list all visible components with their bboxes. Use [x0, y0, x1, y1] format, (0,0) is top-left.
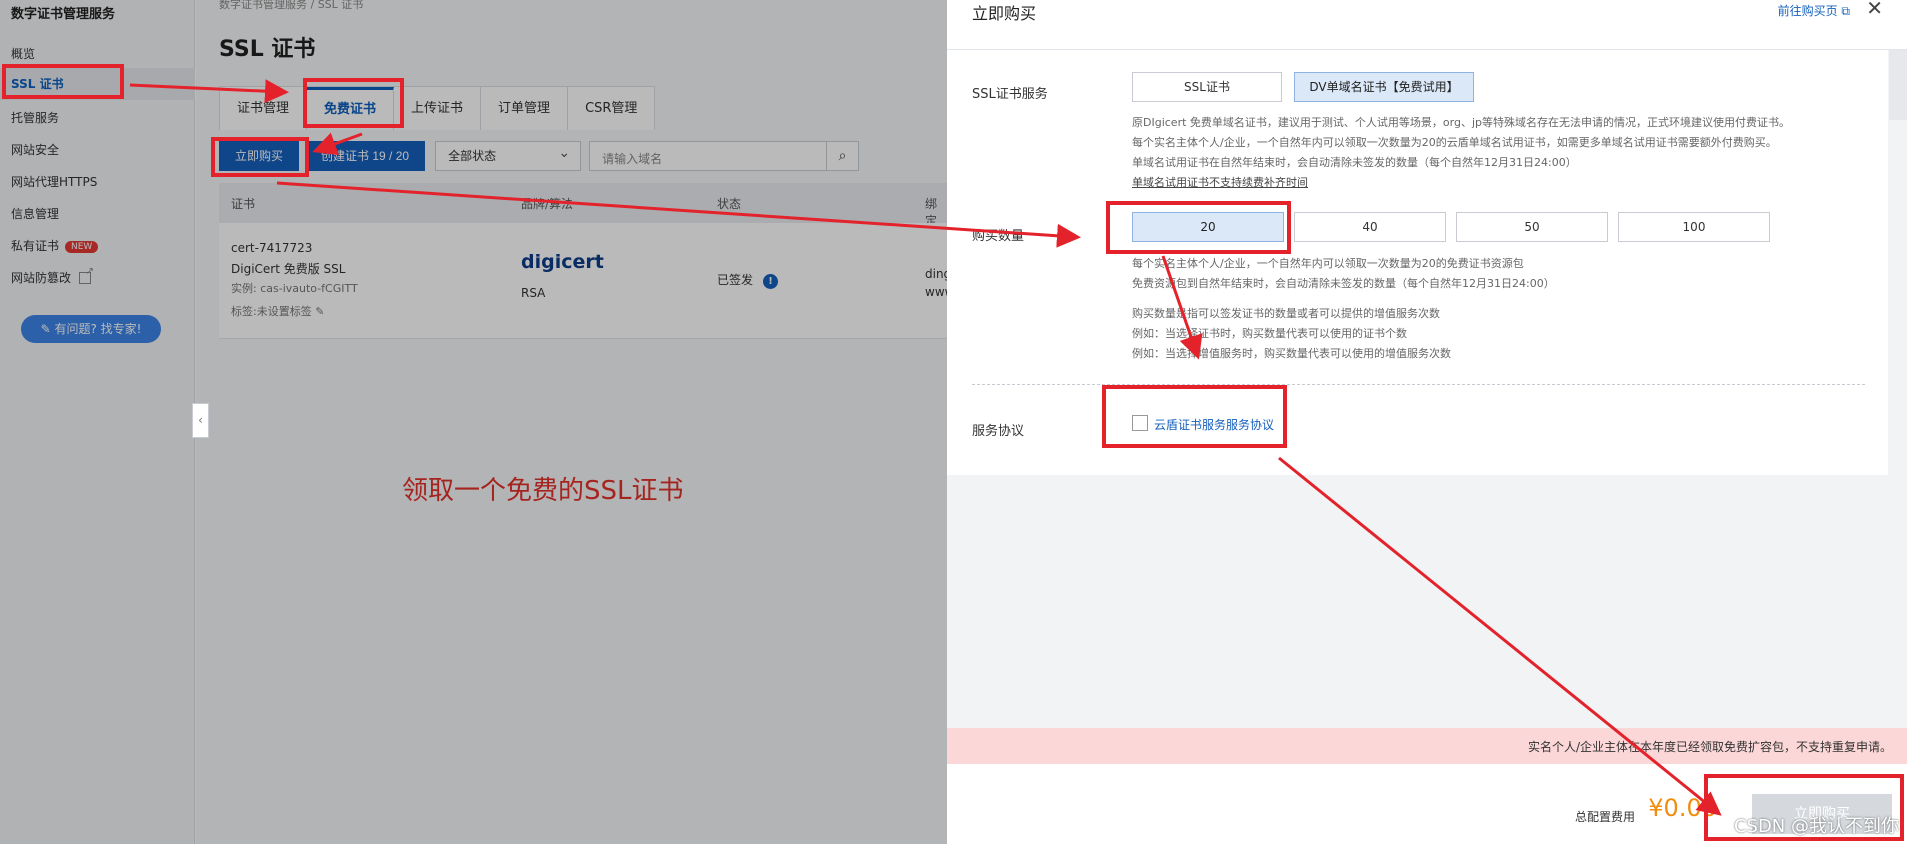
service-notes: 原DIgicert 免费单域名证书，建议用于测试、个人试用等场景，org、jp等… — [1132, 113, 1872, 193]
quantity-option-50[interactable]: 50 — [1456, 212, 1608, 242]
total-fee-value: ¥0.00 — [1648, 794, 1717, 822]
service-note-1: 原DIgicert 免费单域名证书，建议用于测试、个人试用等场景，org、jp等… — [1132, 116, 1790, 129]
service-option-dv-free[interactable]: DV单域名证书【免费试用】 — [1294, 72, 1474, 102]
modal-overlay[interactable] — [0, 0, 947, 844]
external-link-icon: ⧉ — [1841, 4, 1850, 18]
service-note-4-text: 单域名试用证书不支持续费补齐时间 — [1132, 176, 1308, 189]
total-fee-label: 总配置费用 — [1574, 810, 1635, 824]
divider — [972, 384, 1865, 385]
quantity-note-5: 例如：当选择增值服务时，购买数量代表可以使用的增值服务次数 — [1132, 347, 1451, 360]
scrollbar-thumb[interactable] — [1889, 50, 1907, 120]
quantity-label: 购买数量 — [972, 229, 1025, 244]
quantity-option-20[interactable]: 20 — [1132, 212, 1284, 242]
service-label: SSL证书服务 — [972, 87, 1048, 102]
drawer-header: 立即购买 前往购买页 ⧉ ✕ — [947, 0, 1907, 50]
buy-drawer: 立即购买 前往购买页 ⧉ ✕ SSL证书服务 SSL证书 DV单域名证书【免费试… — [947, 0, 1907, 844]
quantity-note-2: 免费资源包到自然年结束时，会自动清除未签发的数量（每个自然年12月31日24:0… — [1132, 277, 1555, 290]
go-to-purchase-label: 前往购买页 — [1777, 4, 1838, 18]
service-note-2: 每个实名主体个人/企业，一个自然年内可以领取一次数量为20的云盾单域名试用证书，… — [1132, 136, 1777, 149]
notice-text: 实名个人/企业主体在本年度已经领取免费扩容包，不支持重复申请。 — [1527, 740, 1892, 754]
drawer-form: SSL证书服务 SSL证书 DV单域名证书【免费试用】 原DIgicert 免费… — [947, 50, 1888, 475]
quantity-option-40[interactable]: 40 — [1294, 212, 1446, 242]
agreement-checkbox[interactable] — [1132, 415, 1148, 431]
agreement-link[interactable]: 云盾证书服务服务协议 — [1154, 416, 1274, 433]
drawer-title: 立即购买 — [972, 4, 1037, 23]
service-note-3: 单域名试用证书在自然年结束时，会自动清除未签发的数量（每个自然年12月31日24… — [1132, 156, 1577, 169]
collapse-sidebar-handle[interactable]: ‹ — [192, 403, 209, 438]
quantity-notes: 每个实名主体个人/企业，一个自然年内可以领取一次数量为20的免费证书资源包 免费… — [1132, 254, 1872, 364]
agreement-label: 服务协议 — [972, 424, 1025, 439]
scrollbar[interactable] — [1889, 50, 1907, 730]
notice-bar: 实名个人/企业主体在本年度已经领取免费扩容包，不支持重复申请。 — [947, 728, 1907, 764]
quantity-option-100[interactable]: 100 — [1618, 212, 1770, 242]
go-to-purchase-link[interactable]: 前往购买页 ⧉ — [1778, 2, 1850, 19]
drawer-footer: 总配置费用 ¥0.00 立即购买 CSDN @我认不到你 — [947, 764, 1907, 844]
service-option-ssl[interactable]: SSL证书 — [1132, 72, 1282, 102]
quantity-note-4: 例如：当选择证书时，购买数量代表可以使用的证书个数 — [1132, 327, 1407, 340]
close-icon[interactable]: ✕ — [1866, 0, 1883, 20]
watermark: CSDN @我认不到你 — [1733, 816, 1899, 837]
quantity-note-1: 每个实名主体个人/企业，一个自然年内可以领取一次数量为20的免费证书资源包 — [1132, 257, 1524, 270]
quantity-note-3: 购买数量是指可以签发证书的数量或者可以提供的增值服务次数 — [1132, 307, 1440, 320]
service-note-4: 单域名试用证书不支持续费补齐时间 — [1132, 173, 1872, 193]
